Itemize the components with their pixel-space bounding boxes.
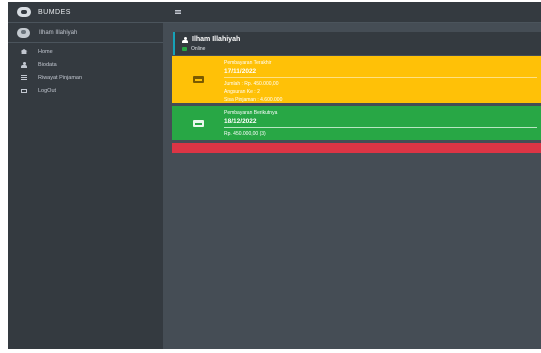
logout-icon xyxy=(19,88,29,93)
user-icon xyxy=(19,61,29,68)
status-row: Online xyxy=(182,46,205,52)
avatar xyxy=(17,27,30,38)
user-card-name: Ilham Illahiyah xyxy=(192,36,241,43)
brand-logo-icon xyxy=(17,7,31,17)
sidebar-item-logout[interactable]: LogOut xyxy=(8,85,163,96)
money-icon xyxy=(193,120,204,127)
last-payment-amount: Jumlah : Rp. 450.000,00 xyxy=(224,81,279,87)
last-payment-remaining: Sisa Pinjaman : 4.600.000 xyxy=(224,97,283,103)
sidebar-item-label: Home xyxy=(38,48,53,55)
last-payment-installment: Angsuran Ke : 2 xyxy=(224,89,260,95)
divider xyxy=(224,77,537,78)
user-info-card: Ilham Illahiyah Online xyxy=(173,32,541,55)
last-payment-body: Pembayaran Terakhir 17/11/2022 Jumlah : … xyxy=(224,60,537,105)
user-card-name-row: Ilham Illahiyah xyxy=(182,36,240,43)
sidebar-user-name: Ilham Illahiyah xyxy=(39,29,78,36)
next-payment-card: Pembayaran Berikutnya 18/12/2022 Rp. 450… xyxy=(172,106,541,140)
brand-name: BUMDES xyxy=(38,8,71,16)
alert-card xyxy=(172,143,541,153)
main-content: Ilham Illahiyah Online Pembayaran Terakh… xyxy=(163,23,541,349)
sidebar-item-home[interactable]: Home xyxy=(8,46,163,57)
status-badge: Online xyxy=(191,46,206,52)
last-payment-date: 17/11/2022 xyxy=(224,68,257,75)
hamburger-icon[interactable] xyxy=(175,10,181,14)
sidebar: BUMDES Ilham Illahiyah Home Biodata Riwa… xyxy=(8,2,163,349)
user-icon xyxy=(182,36,188,43)
last-payment-title: Pembayaran Terakhir xyxy=(224,60,272,66)
next-payment-title: Pembayaran Berikutnya xyxy=(224,110,278,116)
online-status-icon xyxy=(182,47,187,51)
sidebar-user-panel[interactable]: Ilham Illahiyah xyxy=(8,23,163,43)
sidebar-item-biodata[interactable]: Biodata xyxy=(8,59,163,70)
top-navbar xyxy=(163,2,541,23)
sidebar-item-label: Biodata xyxy=(38,61,57,68)
sidebar-item-label: Riwayat Pinjaman xyxy=(38,74,83,81)
brand-link[interactable]: BUMDES xyxy=(8,2,163,23)
divider xyxy=(224,127,537,128)
next-payment-body: Pembayaran Berikutnya 18/12/2022 Rp. 450… xyxy=(224,110,537,139)
sidebar-item-label: LogOut xyxy=(38,87,57,94)
next-payment-date: 18/12/2022 xyxy=(224,118,257,125)
money-icon xyxy=(193,76,204,83)
last-payment-card: Pembayaran Terakhir 17/11/2022 Jumlah : … xyxy=(172,56,541,103)
sidebar-item-riwayat-pinjaman[interactable]: Riwayat Pinjaman xyxy=(8,72,163,83)
app-window: BUMDES Ilham Illahiyah Home Biodata Riwa… xyxy=(8,2,541,349)
sidebar-nav: Home Biodata Riwayat Pinjaman LogOut xyxy=(8,46,163,98)
next-payment-amount: Rp. 450.000,00 (3) xyxy=(224,131,266,137)
home-icon xyxy=(19,49,29,54)
list-icon xyxy=(19,75,29,80)
